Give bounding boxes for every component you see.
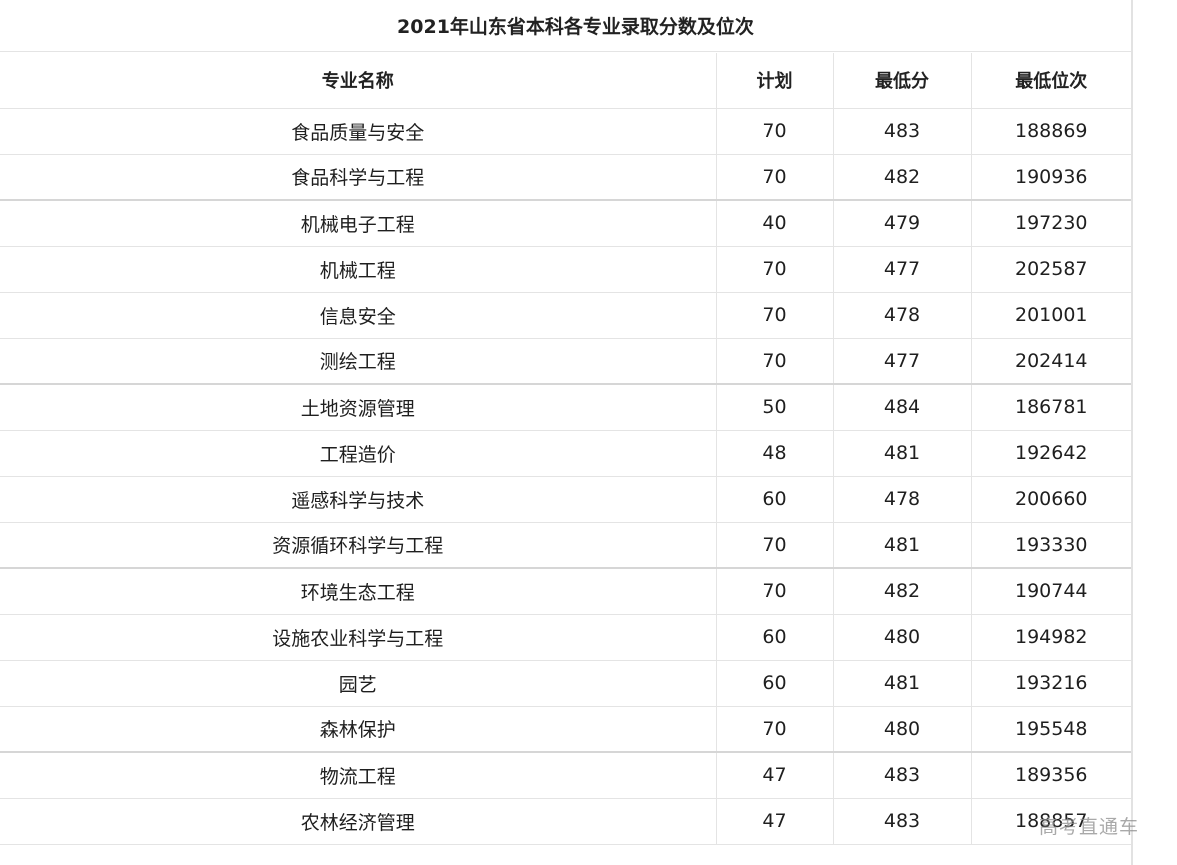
- min-rank-cell: 192642: [970, 430, 1131, 477]
- table-row: 机械电子工程 40 479 197230: [0, 199, 1131, 247]
- min-score-cell: 483: [832, 798, 971, 845]
- major-name-cell: 物流工程: [0, 751, 716, 799]
- plan-cell: 70: [715, 706, 833, 753]
- min-rank-cell: 202587: [970, 246, 1131, 293]
- min-score-cell: 478: [832, 292, 971, 339]
- min-rank-cell: 200660: [970, 476, 1131, 523]
- min-score-cell: 481: [832, 430, 971, 477]
- min-score-cell: 484: [832, 383, 971, 431]
- header-plan: 计划: [715, 53, 833, 109]
- plan-cell: 70: [715, 567, 833, 615]
- plan-cell: 70: [715, 292, 833, 339]
- major-name-cell: 环境生态工程: [0, 567, 716, 615]
- table-row: 土地资源管理 50 484 186781: [0, 383, 1131, 431]
- min-rank-cell: 189356: [970, 751, 1131, 799]
- major-name-cell: 园艺: [0, 660, 716, 707]
- min-score-cell: 478: [832, 476, 971, 523]
- header-major-name: 专业名称: [0, 53, 716, 109]
- min-rank-cell: 195548: [970, 706, 1131, 753]
- major-name-cell: 工程造价: [0, 430, 716, 477]
- plan-cell: 70: [715, 108, 833, 155]
- plan-cell: 47: [715, 751, 833, 799]
- table-row: 信息安全 70 478 201001: [0, 292, 1131, 339]
- table-row: 园艺 60 481 193216: [0, 660, 1131, 707]
- min-rank-cell: 190936: [970, 154, 1131, 201]
- plan-cell: 40: [715, 199, 833, 247]
- min-rank-cell: 202414: [970, 338, 1131, 385]
- table-row: 物流工程 47 483 189356: [0, 751, 1131, 799]
- admission-table: 专业名称 计划 最低分 最低位次 食品质量与安全 70 483 188869 食…: [0, 53, 1131, 845]
- table-row: 资源循环科学与工程 70 481 193330: [0, 522, 1131, 569]
- min-score-cell: 482: [832, 154, 971, 201]
- min-score-cell: 481: [832, 660, 971, 707]
- major-name-cell: 食品质量与安全: [0, 108, 716, 155]
- table-row: 工程造价 48 481 192642: [0, 430, 1131, 477]
- min-rank-cell: 190744: [970, 567, 1131, 615]
- plan-cell: 47: [715, 798, 833, 845]
- table-title: 2021年山东省本科各专业录取分数及位次: [0, 0, 1131, 52]
- table-row: 设施农业科学与工程 60 480 194982: [0, 614, 1131, 661]
- min-score-cell: 477: [832, 246, 971, 293]
- plan-cell: 60: [715, 660, 833, 707]
- major-name-cell: 森林保护: [0, 706, 716, 753]
- header-min-score: 最低分: [832, 53, 971, 109]
- table-row: 食品质量与安全 70 483 188869: [0, 108, 1131, 155]
- plan-cell: 60: [715, 614, 833, 661]
- plan-cell: 70: [715, 154, 833, 201]
- table-row: 测绘工程 70 477 202414: [0, 338, 1131, 385]
- min-rank-cell: 188857: [970, 798, 1131, 845]
- page: 2021年山东省本科各专业录取分数及位次 专业名称 计划 最低分 最低位次 食品…: [0, 0, 1177, 865]
- table-row: 食品科学与工程 70 482 190936: [0, 154, 1131, 201]
- major-name-cell: 机械电子工程: [0, 199, 716, 247]
- major-name-cell: 信息安全: [0, 292, 716, 339]
- table-row: 农林经济管理 47 483 188857: [0, 798, 1131, 845]
- min-score-cell: 480: [832, 614, 971, 661]
- min-score-cell: 482: [832, 567, 971, 615]
- major-name-cell: 测绘工程: [0, 338, 716, 385]
- major-name-cell: 机械工程: [0, 246, 716, 293]
- table-row: 森林保护 70 480 195548: [0, 706, 1131, 753]
- major-name-cell: 资源循环科学与工程: [0, 522, 716, 569]
- min-score-cell: 481: [832, 522, 971, 569]
- plan-cell: 70: [715, 338, 833, 385]
- min-score-cell: 483: [832, 751, 971, 799]
- min-score-cell: 483: [832, 108, 971, 155]
- table-row: 遥感科学与技术 60 478 200660: [0, 476, 1131, 523]
- major-name-cell: 食品科学与工程: [0, 154, 716, 201]
- table-row: 环境生态工程 70 482 190744: [0, 567, 1131, 615]
- major-name-cell: 农林经济管理: [0, 798, 716, 845]
- min-score-cell: 477: [832, 338, 971, 385]
- major-name-cell: 设施农业科学与工程: [0, 614, 716, 661]
- min-rank-cell: 193216: [970, 660, 1131, 707]
- min-score-cell: 480: [832, 706, 971, 753]
- plan-cell: 48: [715, 430, 833, 477]
- min-rank-cell: 193330: [970, 522, 1131, 569]
- major-name-cell: 土地资源管理: [0, 383, 716, 431]
- plan-cell: 50: [715, 383, 833, 431]
- min-rank-cell: 188869: [970, 108, 1131, 155]
- plan-cell: 70: [715, 522, 833, 569]
- table-header-row: 专业名称 计划 最低分 最低位次: [0, 53, 1131, 109]
- min-rank-cell: 197230: [970, 199, 1131, 247]
- plan-cell: 60: [715, 476, 833, 523]
- header-min-rank: 最低位次: [970, 53, 1131, 109]
- min-rank-cell: 186781: [970, 383, 1131, 431]
- min-score-cell: 479: [832, 199, 971, 247]
- plan-cell: 70: [715, 246, 833, 293]
- min-rank-cell: 201001: [970, 292, 1131, 339]
- table-row: 机械工程 70 477 202587: [0, 246, 1131, 293]
- major-name-cell: 遥感科学与技术: [0, 476, 716, 523]
- min-rank-cell: 194982: [970, 614, 1131, 661]
- page-edge-divider: [1131, 0, 1133, 865]
